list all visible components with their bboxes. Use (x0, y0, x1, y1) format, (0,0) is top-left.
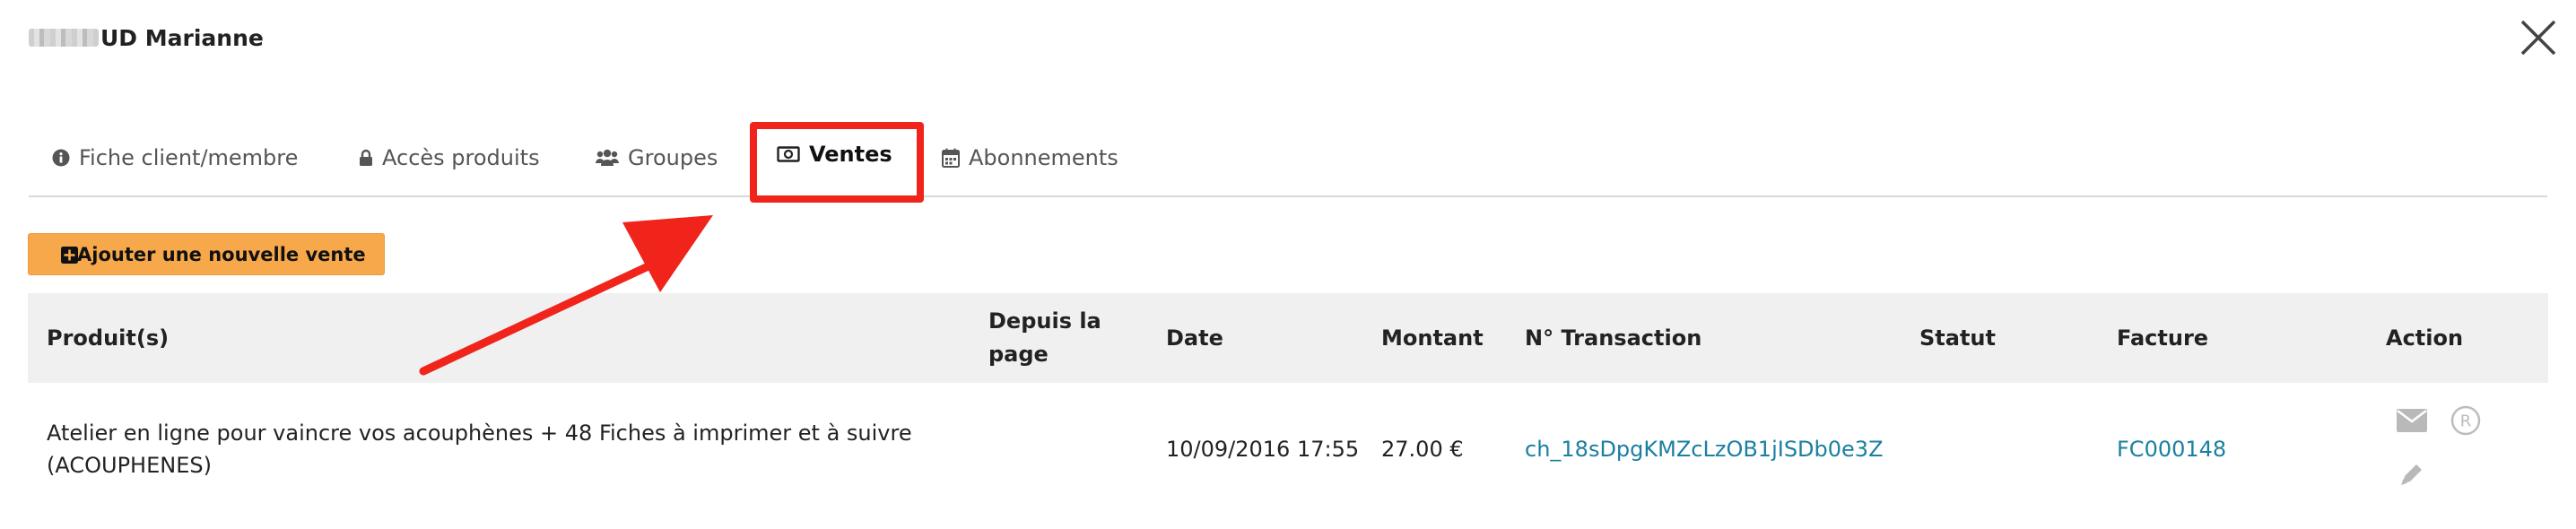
col-header-date: Date (1166, 325, 1223, 351)
col-header-product: Produit(s) (47, 325, 170, 351)
add-sale-label: Ajouter une nouvelle vente (77, 243, 366, 265)
add-sale-button[interactable]: Ajouter une nouvelle vente (28, 233, 385, 275)
product-name-line1: Atelier en ligne pour vaincre vos acouph… (47, 421, 912, 446)
close-button[interactable] (2517, 16, 2560, 59)
col-header-amount: Montant (1381, 325, 1484, 351)
col-header-invoice: Facture (2117, 325, 2209, 351)
users-icon (596, 149, 619, 166)
redacted-name (29, 29, 99, 47)
sale-amount: 27.00 € (1381, 437, 1464, 462)
tab-ventes[interactable]: Ventes (777, 136, 892, 172)
money-bill-icon (777, 146, 800, 162)
col-header-action: Action (2386, 325, 2464, 351)
product-name-line2: (ACOUPHENES) (47, 453, 212, 478)
send-email-button[interactable] (2397, 409, 2427, 436)
tab-bar: Fiche client/membre Accès produits Group… (29, 115, 2547, 197)
col-header-status: Statut (1919, 325, 1996, 351)
modal-header: UD Marianne (29, 20, 264, 56)
info-circle-icon (52, 149, 70, 167)
tab-groupes[interactable]: Groupes (596, 140, 718, 176)
close-icon (2520, 20, 2556, 56)
edit-sale-button[interactable] (2399, 462, 2424, 490)
calendar-icon (942, 148, 960, 168)
tab-abonnements[interactable]: Abonnements (942, 140, 1118, 176)
col-header-transaction: N° Transaction (1525, 325, 1702, 351)
lock-icon (360, 149, 372, 166)
invoice-link[interactable]: FC000148 (2117, 433, 2226, 465)
svg-text:R: R (2460, 412, 2472, 431)
tab-label: Fiche client/membre (79, 145, 299, 170)
arrow-head (622, 215, 713, 292)
col-header-from-page-1: Depuis la (988, 308, 1101, 334)
tab-label: Ventes (809, 142, 892, 167)
tab-label: Abonnements (969, 145, 1118, 170)
tab-label: Groupes (628, 145, 718, 170)
modal-title: UD Marianne (100, 24, 264, 51)
tab-acces-produits[interactable]: Accès produits (359, 140, 540, 176)
tab-label: Accès produits (382, 145, 540, 170)
pencil-icon (2401, 464, 2422, 485)
envelope-icon (2397, 409, 2427, 432)
transaction-link[interactable]: ch_18sDpgKMZcLzOB1jISDb0e3Z (1525, 433, 1884, 465)
plus-square-icon (61, 247, 78, 264)
col-header-from-page-2: page (988, 342, 1049, 367)
registered-button[interactable]: R (2450, 405, 2481, 439)
sale-date: 10/09/2016 17:55 (1166, 437, 1360, 462)
registered-icon: R (2450, 405, 2481, 436)
tab-fiche-client[interactable]: Fiche client/membre (52, 140, 298, 176)
